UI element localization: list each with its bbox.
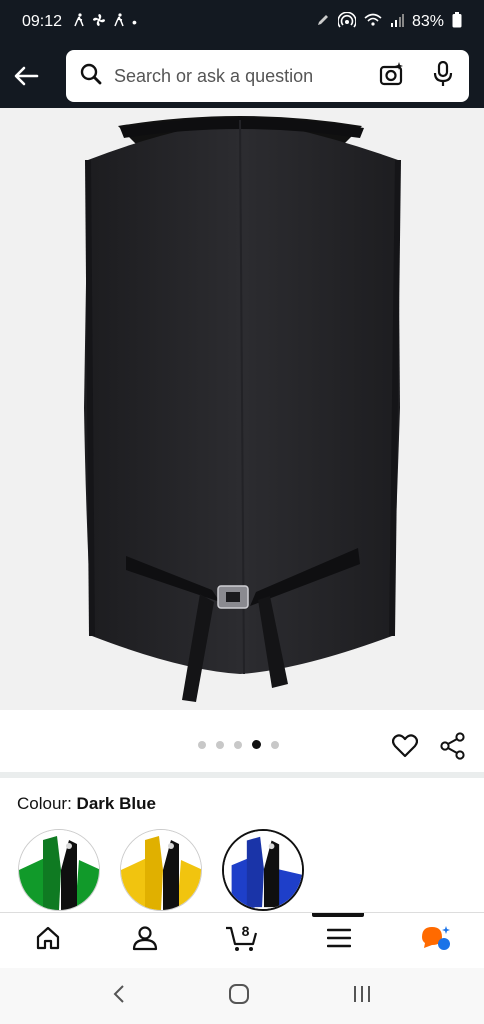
cart-count: 8 (241, 922, 250, 939)
carousel-dot-active[interactable] (252, 740, 261, 749)
colour-swatch-dark-blue[interactable] (222, 829, 304, 911)
nav-cart[interactable]: 8 (194, 913, 291, 969)
colour-selected-value: Dark Blue (76, 794, 156, 813)
microphone-icon[interactable] (433, 60, 453, 92)
colour-label-text: Colour: (17, 794, 72, 813)
vest-back-image (84, 116, 401, 702)
search-input[interactable]: Search or ask a question (66, 50, 469, 102)
back-arrow-icon[interactable] (0, 44, 52, 108)
product-image[interactable] (0, 108, 484, 710)
search-icon (80, 63, 102, 90)
camera-lens-icon[interactable] (379, 61, 405, 92)
carousel-dot[interactable] (198, 740, 206, 749)
battery-icon (452, 11, 462, 33)
menu-icon (326, 928, 351, 953)
wifi-icon (364, 12, 382, 33)
share-icon[interactable] (440, 732, 466, 765)
colour-swatch-green[interactable] (18, 829, 100, 911)
walking-icon (112, 12, 126, 32)
pen-icon (316, 13, 330, 32)
notification-dot: • (132, 14, 137, 30)
carousel-bar (0, 710, 484, 772)
carousel-dot[interactable] (234, 740, 242, 749)
battery-level: 83% (411, 13, 444, 30)
system-recents-icon[interactable] (351, 983, 373, 1010)
signal-icon (390, 13, 404, 32)
carousel-dot[interactable] (216, 740, 224, 749)
account-icon (132, 925, 158, 956)
fan-icon (92, 13, 106, 32)
header: Search or ask a question (0, 44, 484, 108)
search-actions (379, 60, 469, 92)
colour-swatches (18, 829, 304, 911)
rufus-icon (420, 924, 452, 957)
walking-icon (72, 12, 86, 32)
carousel-dots (198, 740, 279, 749)
carousel-dot[interactable] (271, 740, 279, 749)
system-home-icon[interactable] (228, 983, 250, 1010)
status-left-icons: • (72, 12, 137, 32)
search-placeholder: Search or ask a question (114, 65, 314, 86)
section-divider (0, 772, 484, 778)
nav-menu[interactable] (290, 913, 387, 969)
colour-swatch-yellow[interactable] (120, 829, 202, 911)
status-right: 83% (316, 11, 462, 33)
bottom-nav: 8 (0, 912, 484, 968)
nav-account[interactable] (97, 913, 194, 969)
status-time: 09:12 (22, 13, 63, 30)
wishlist-heart-icon[interactable] (391, 734, 419, 763)
status-bar: 09:12 • 83% (0, 0, 484, 44)
system-back-icon[interactable] (111, 983, 127, 1010)
nav-home[interactable] (0, 913, 97, 969)
home-icon (35, 926, 61, 955)
nav-rufus[interactable] (387, 913, 484, 969)
android-nav-bar (0, 968, 484, 1024)
colour-label: Colour: Dark Blue (17, 794, 156, 814)
hotspot-icon (337, 11, 357, 33)
